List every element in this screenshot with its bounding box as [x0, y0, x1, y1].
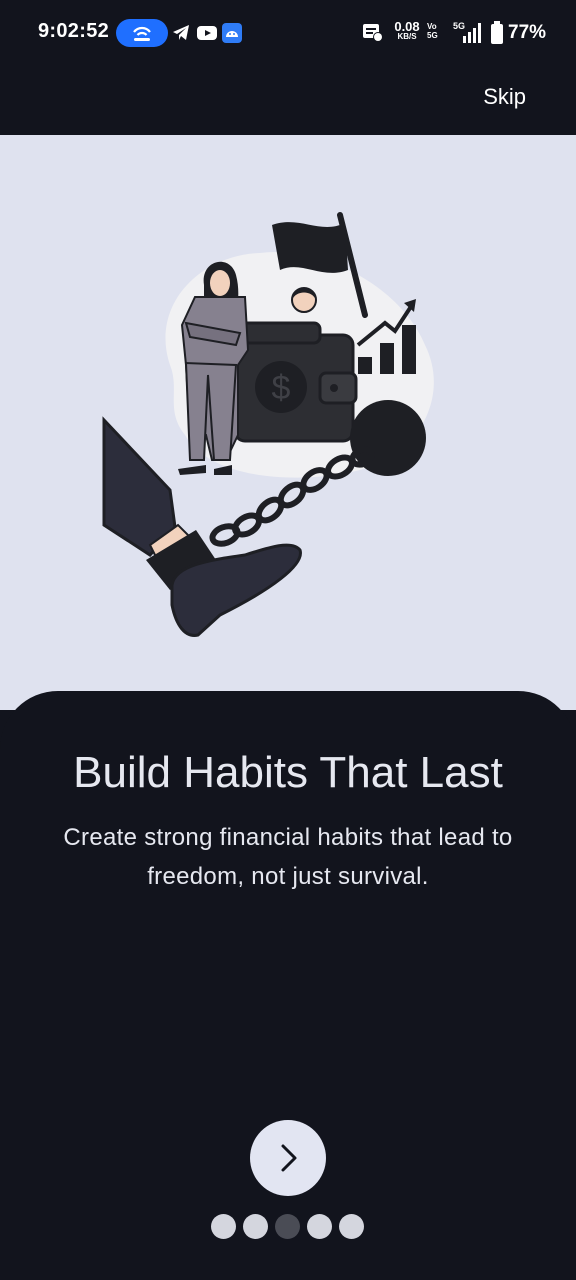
- battery-icon: [491, 21, 503, 44]
- hotspot-indicator: [116, 19, 168, 47]
- slide-title: Build Habits That Last: [73, 748, 503, 797]
- status-time: 9:02:52: [38, 20, 110, 42]
- next-button[interactable]: [250, 1120, 326, 1196]
- hotspot-icon: [133, 26, 151, 41]
- youtube-icon: [197, 26, 217, 40]
- page-dot-4[interactable]: [307, 1214, 332, 1239]
- onboarding-illustration-panel: $: [0, 135, 576, 710]
- page-dot-2[interactable]: [243, 1214, 268, 1239]
- financial-freedom-illustration: $: [102, 212, 434, 637]
- page-dot-1[interactable]: [211, 1214, 236, 1239]
- android-icon: [222, 23, 242, 43]
- volte-indicator: Vo 5G: [427, 22, 438, 40]
- page-indicator: [211, 1214, 371, 1240]
- page-dot-3[interactable]: [275, 1214, 300, 1239]
- battery-percent: 77%: [508, 22, 547, 43]
- page-dot-5[interactable]: [339, 1214, 364, 1239]
- skip-button[interactable]: Skip: [483, 84, 526, 110]
- status-bar: 9:02:52 0.08 KB/S Vo 5G 5G 77%: [0, 0, 576, 66]
- signal-icon: [463, 23, 481, 43]
- svg-text:$: $: [272, 369, 291, 407]
- telegram-icon: [173, 25, 189, 40]
- chevron-right-icon: [281, 1144, 297, 1172]
- slide-subtitle: Create strong financial habits that lead…: [63, 824, 513, 890]
- network-speed: 0.08 KB/S: [394, 19, 420, 41]
- data-saver-icon: [363, 24, 383, 42]
